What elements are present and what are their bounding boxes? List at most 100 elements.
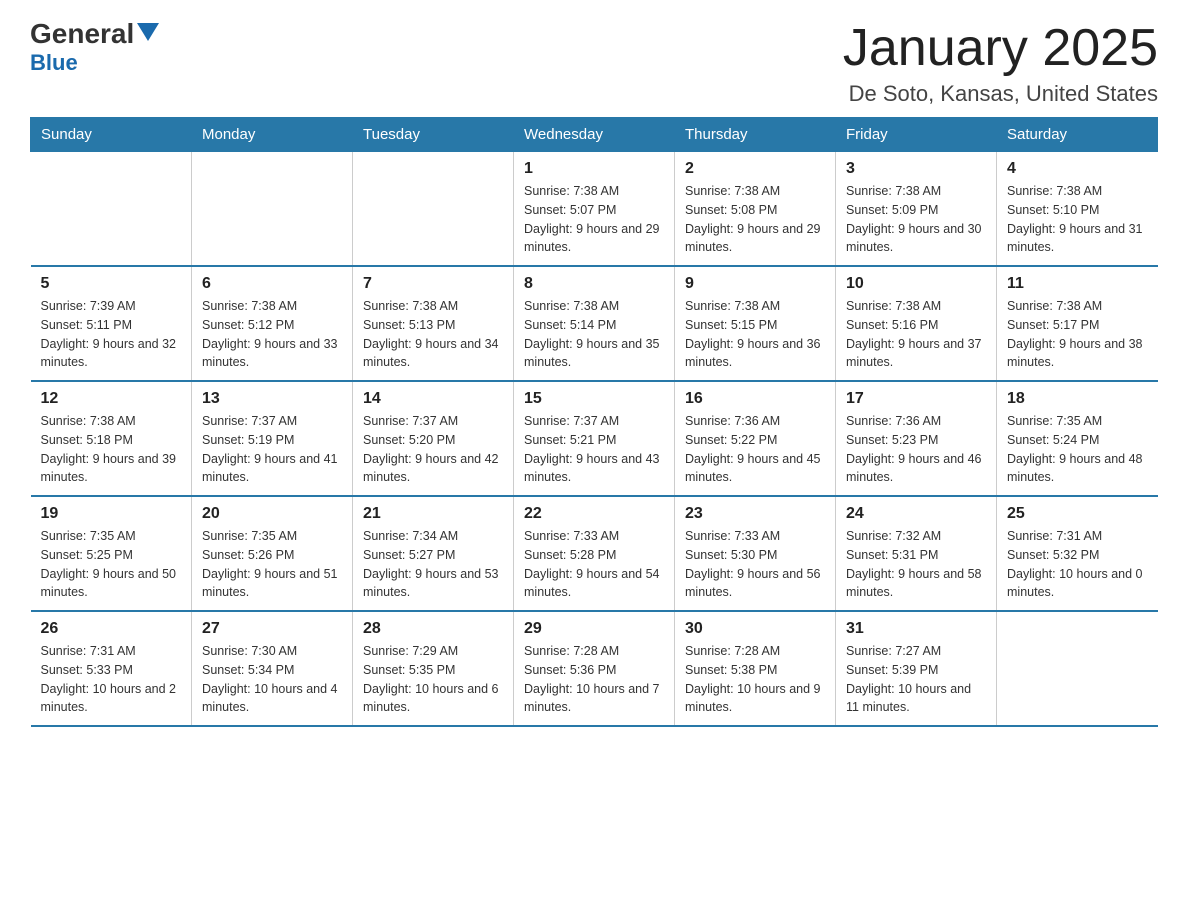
day-number: 21 — [363, 505, 503, 523]
day-info: Sunrise: 7:36 AMSunset: 5:22 PMDaylight:… — [685, 412, 825, 487]
day-cell: 14 Sunrise: 7:37 AMSunset: 5:20 PMDayligh… — [353, 381, 514, 496]
header-friday: Friday — [836, 118, 997, 152]
calendar-subtitle: De Soto, Kansas, United States — [843, 81, 1158, 107]
day-number: 11 — [1007, 275, 1148, 293]
logo: General Blue — [30, 20, 159, 74]
day-cell: 18Sunrise: 7:35 AMSunset: 5:24 PMDayligh… — [997, 381, 1158, 496]
day-number: 31 — [846, 620, 986, 638]
day-cell: 24 Sunrise: 7:32 AMSunset: 5:31 PMDayligh… — [836, 496, 997, 611]
day-info: Sunrise: 7:27 AMSunset: 5:39 PMDaylight:… — [846, 642, 986, 717]
day-info: Sunrise: 7:32 AMSunset: 5:31 PMDaylight:… — [846, 527, 986, 602]
day-number: 16 — [685, 390, 825, 408]
day-number: 1 — [524, 160, 664, 178]
day-info: Sunrise: 7:38 AMSunset: 5:09 PMDaylight:… — [846, 182, 986, 257]
day-cell: 19Sunrise: 7:35 AMSunset: 5:25 PMDayligh… — [31, 496, 192, 611]
day-cell: 5 Sunrise: 7:39 AMSunset: 5:11 PMDaylight… — [31, 266, 192, 381]
day-info: Sunrise: 7:39 AMSunset: 5:11 PMDaylight:… — [41, 297, 182, 372]
day-info: Sunrise: 7:38 AMSunset: 5:15 PMDaylight:… — [685, 297, 825, 372]
day-cell — [353, 152, 514, 267]
week-row-3: 12 Sunrise: 7:38 AMSunset: 5:18 PMDayligh… — [31, 381, 1158, 496]
day-info: Sunrise: 7:33 AMSunset: 5:28 PMDaylight:… — [524, 527, 664, 602]
title-block: January 2025 De Soto, Kansas, United Sta… — [843, 20, 1158, 107]
day-info: Sunrise: 7:36 AMSunset: 5:23 PMDaylight:… — [846, 412, 986, 487]
header-monday: Monday — [192, 118, 353, 152]
week-row-1: 1 Sunrise: 7:38 AMSunset: 5:07 PMDaylight… — [31, 152, 1158, 267]
day-number: 5 — [41, 275, 182, 293]
day-info: Sunrise: 7:37 AMSunset: 5:19 PMDaylight:… — [202, 412, 342, 487]
day-number: 28 — [363, 620, 503, 638]
day-cell: 31 Sunrise: 7:27 AMSunset: 5:39 PMDayligh… — [836, 611, 997, 726]
day-info: Sunrise: 7:28 AMSunset: 5:38 PMDaylight:… — [685, 642, 825, 717]
day-info: Sunrise: 7:37 AMSunset: 5:21 PMDaylight:… — [524, 412, 664, 487]
day-number: 22 — [524, 505, 664, 523]
day-cell: 20 Sunrise: 7:35 AMSunset: 5:26 PMDayligh… — [192, 496, 353, 611]
day-number: 13 — [202, 390, 342, 408]
day-number: 29 — [524, 620, 664, 638]
day-info: Sunrise: 7:38 AMSunset: 5:17 PMDaylight:… — [1007, 297, 1148, 372]
day-info: Sunrise: 7:38 AMSunset: 5:10 PMDaylight:… — [1007, 182, 1148, 257]
day-info: Sunrise: 7:31 AMSunset: 5:33 PMDaylight:… — [41, 642, 182, 717]
day-number: 27 — [202, 620, 342, 638]
day-cell: 4Sunrise: 7:38 AMSunset: 5:10 PMDaylight… — [997, 152, 1158, 267]
header-wednesday: Wednesday — [514, 118, 675, 152]
day-info: Sunrise: 7:38 AMSunset: 5:18 PMDaylight:… — [41, 412, 182, 487]
day-info: Sunrise: 7:31 AMSunset: 5:32 PMDaylight:… — [1007, 527, 1148, 602]
week-row-4: 19Sunrise: 7:35 AMSunset: 5:25 PMDayligh… — [31, 496, 1158, 611]
week-row-5: 26 Sunrise: 7:31 AMSunset: 5:33 PMDayligh… — [31, 611, 1158, 726]
header-sunday: Sunday — [31, 118, 192, 152]
day-info: Sunrise: 7:35 AMSunset: 5:26 PMDaylight:… — [202, 527, 342, 602]
calendar-header-row: SundayMondayTuesdayWednesdayThursdayFrid… — [31, 118, 1158, 152]
day-info: Sunrise: 7:37 AMSunset: 5:20 PMDaylight:… — [363, 412, 503, 487]
logo-arrow-icon — [137, 23, 159, 45]
day-cell — [997, 611, 1158, 726]
day-number: 17 — [846, 390, 986, 408]
day-info: Sunrise: 7:38 AMSunset: 5:12 PMDaylight:… — [202, 297, 342, 372]
day-number: 26 — [41, 620, 182, 638]
day-cell: 21 Sunrise: 7:34 AMSunset: 5:27 PMDayligh… — [353, 496, 514, 611]
day-cell: 10Sunrise: 7:38 AMSunset: 5:16 PMDayligh… — [836, 266, 997, 381]
day-cell: 7Sunrise: 7:38 AMSunset: 5:13 PMDaylight… — [353, 266, 514, 381]
day-info: Sunrise: 7:29 AMSunset: 5:35 PMDaylight:… — [363, 642, 503, 717]
day-cell: 27Sunrise: 7:30 AMSunset: 5:34 PMDayligh… — [192, 611, 353, 726]
day-number: 3 — [846, 160, 986, 178]
day-info: Sunrise: 7:34 AMSunset: 5:27 PMDaylight:… — [363, 527, 503, 602]
day-cell: 28 Sunrise: 7:29 AMSunset: 5:35 PMDayligh… — [353, 611, 514, 726]
day-cell: 1 Sunrise: 7:38 AMSunset: 5:07 PMDaylight… — [514, 152, 675, 267]
day-info: Sunrise: 7:33 AMSunset: 5:30 PMDaylight:… — [685, 527, 825, 602]
day-info: Sunrise: 7:38 AMSunset: 5:16 PMDaylight:… — [846, 297, 986, 372]
day-cell: 8 Sunrise: 7:38 AMSunset: 5:14 PMDaylight… — [514, 266, 675, 381]
day-cell: 11 Sunrise: 7:38 AMSunset: 5:17 PMDayligh… — [997, 266, 1158, 381]
day-number: 20 — [202, 505, 342, 523]
day-number: 6 — [202, 275, 342, 293]
day-number: 12 — [41, 390, 182, 408]
day-info: Sunrise: 7:38 AMSunset: 5:08 PMDaylight:… — [685, 182, 825, 257]
day-number: 24 — [846, 505, 986, 523]
day-number: 15 — [524, 390, 664, 408]
day-cell: 3 Sunrise: 7:38 AMSunset: 5:09 PMDaylight… — [836, 152, 997, 267]
day-cell: 25Sunrise: 7:31 AMSunset: 5:32 PMDayligh… — [997, 496, 1158, 611]
day-number: 14 — [363, 390, 503, 408]
week-row-2: 5 Sunrise: 7:39 AMSunset: 5:11 PMDaylight… — [31, 266, 1158, 381]
day-info: Sunrise: 7:38 AMSunset: 5:13 PMDaylight:… — [363, 297, 503, 372]
day-cell: 12 Sunrise: 7:38 AMSunset: 5:18 PMDayligh… — [31, 381, 192, 496]
day-cell: 16 Sunrise: 7:36 AMSunset: 5:22 PMDayligh… — [675, 381, 836, 496]
day-number: 8 — [524, 275, 664, 293]
day-info: Sunrise: 7:38 AMSunset: 5:07 PMDaylight:… — [524, 182, 664, 257]
day-cell — [192, 152, 353, 267]
day-cell: 9 Sunrise: 7:38 AMSunset: 5:15 PMDaylight… — [675, 266, 836, 381]
day-number: 30 — [685, 620, 825, 638]
day-cell: 22 Sunrise: 7:33 AMSunset: 5:28 PMDayligh… — [514, 496, 675, 611]
day-number: 2 — [685, 160, 825, 178]
day-info: Sunrise: 7:28 AMSunset: 5:36 PMDaylight:… — [524, 642, 664, 717]
day-info: Sunrise: 7:35 AMSunset: 5:24 PMDaylight:… — [1007, 412, 1148, 487]
day-cell: 17 Sunrise: 7:36 AMSunset: 5:23 PMDayligh… — [836, 381, 997, 496]
day-cell — [31, 152, 192, 267]
day-info: Sunrise: 7:38 AMSunset: 5:14 PMDaylight:… — [524, 297, 664, 372]
day-number: 9 — [685, 275, 825, 293]
header-thursday: Thursday — [675, 118, 836, 152]
logo-blue: Blue — [30, 52, 78, 74]
day-number: 23 — [685, 505, 825, 523]
day-cell: 29 Sunrise: 7:28 AMSunset: 5:36 PMDayligh… — [514, 611, 675, 726]
day-cell: 6 Sunrise: 7:38 AMSunset: 5:12 PMDaylight… — [192, 266, 353, 381]
day-cell: 26 Sunrise: 7:31 AMSunset: 5:33 PMDayligh… — [31, 611, 192, 726]
